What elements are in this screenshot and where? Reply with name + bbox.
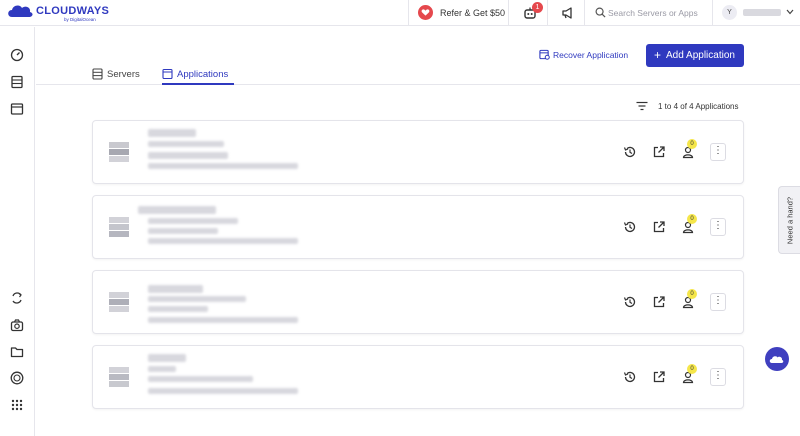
tab-servers-label: Servers	[107, 69, 140, 80]
divider	[547, 0, 548, 26]
cloudways-logo[interactable]: CLOUDWAYS by DigitalOcean	[6, 2, 116, 24]
dashboard-gauge-icon[interactable]	[10, 48, 24, 62]
divider	[408, 0, 409, 26]
redacted-app-url	[148, 152, 228, 159]
notification-badge: 1	[532, 2, 543, 13]
more-options-button[interactable]: ⋮	[710, 143, 726, 161]
redacted-app-name	[148, 285, 203, 293]
chat-button[interactable]	[765, 347, 789, 371]
restore-history-icon[interactable]	[623, 145, 637, 159]
tab-bar: Servers Applications	[36, 65, 800, 85]
app-thumbnail	[109, 367, 129, 389]
redacted-app-details	[148, 238, 298, 244]
servers-icon[interactable]	[10, 75, 24, 89]
redacted-server-name	[148, 296, 246, 302]
need-a-hand-label: Need a hand?	[785, 196, 795, 245]
open-external-icon[interactable]	[652, 220, 666, 234]
chevron-down-icon	[786, 9, 794, 15]
collaborators-icon[interactable]: 0	[681, 214, 697, 234]
brand-name: CLOUDWAYS	[36, 5, 110, 17]
addons-icon[interactable]	[10, 318, 24, 332]
billing-icon[interactable]	[10, 371, 24, 385]
applications-icon	[162, 68, 173, 80]
refer-link[interactable]: Refer & Get $50	[416, 0, 512, 26]
divider	[584, 0, 585, 26]
recover-icon	[539, 49, 550, 60]
divider	[712, 0, 713, 26]
bot-notifications-button[interactable]: 1	[522, 2, 543, 23]
main-content: Recover Application + Add Application Se…	[36, 27, 800, 436]
collaborators-icon[interactable]: 0	[681, 364, 697, 384]
top-bar: CLOUDWAYS by DigitalOcean Refer & Get $5…	[0, 0, 800, 26]
redacted-app-name	[138, 206, 216, 214]
app-thumbnail	[109, 142, 129, 164]
redacted-app-url	[148, 376, 253, 382]
migration-icon[interactable]	[10, 291, 24, 305]
redacted-app-details	[148, 388, 298, 394]
tab-servers[interactable]: Servers	[92, 67, 142, 85]
divider	[508, 0, 509, 26]
restore-history-icon[interactable]	[623, 370, 637, 384]
recover-label: Recover Application	[553, 50, 629, 60]
redacted-app-details	[148, 317, 298, 323]
application-card[interactable]: 0 ⋮	[92, 120, 744, 184]
more-options-button[interactable]: ⋮	[710, 368, 726, 386]
avatar: Y	[722, 5, 737, 20]
servers-icon	[92, 68, 103, 80]
cloud-logo-icon	[8, 5, 33, 18]
more-options-button[interactable]: ⋮	[710, 218, 726, 236]
list-count-text: 1 to 4 of 4 Applications	[658, 102, 739, 111]
add-application-button[interactable]: + Add Application	[646, 44, 744, 67]
application-card[interactable]: 0 ⋮	[92, 195, 744, 259]
collaborators-count: 0	[687, 139, 697, 149]
add-application-label: Add Application	[666, 50, 735, 61]
global-search[interactable]	[590, 0, 710, 26]
sidebar	[0, 27, 35, 436]
applications-icon[interactable]	[10, 102, 24, 116]
refer-label: Refer & Get $50	[440, 8, 506, 18]
collaborators-count: 0	[687, 289, 697, 299]
collaborators-count: 0	[687, 364, 697, 374]
open-external-icon[interactable]	[652, 145, 666, 159]
tab-applications-label: Applications	[177, 69, 229, 80]
redacted-app-url	[148, 306, 208, 312]
heart-icon	[418, 5, 433, 20]
need-a-hand-tab[interactable]: Need a hand?	[778, 186, 800, 254]
collaborators-count: 0	[687, 214, 697, 224]
apps-grid-icon[interactable]	[10, 398, 24, 412]
redacted-app-details	[148, 163, 298, 169]
filter-icon[interactable]	[636, 101, 648, 111]
redacted-server-name	[148, 141, 224, 147]
user-menu[interactable]: Y	[720, 0, 800, 26]
user-name-redacted	[743, 9, 781, 16]
open-external-icon[interactable]	[652, 370, 666, 384]
redacted-server-name	[148, 366, 176, 372]
app-thumbnail	[109, 292, 129, 314]
search-input[interactable]	[608, 6, 708, 20]
application-card[interactable]: 0 ⋮	[92, 345, 744, 409]
collaborators-icon[interactable]: 0	[681, 289, 697, 309]
announcements-button[interactable]	[561, 6, 575, 25]
redacted-app-name	[148, 129, 196, 137]
redacted-app-name	[148, 354, 186, 362]
app-thumbnail	[109, 217, 129, 239]
search-icon	[595, 7, 606, 18]
application-card[interactable]: 0 ⋮	[92, 270, 744, 334]
more-options-button[interactable]: ⋮	[710, 293, 726, 311]
redacted-server-name	[148, 218, 238, 224]
projects-folder-icon[interactable]	[10, 345, 24, 359]
redacted-app-url	[148, 228, 218, 234]
brand-sub: by DigitalOcean	[64, 17, 96, 22]
restore-history-icon[interactable]	[623, 295, 637, 309]
open-external-icon[interactable]	[652, 295, 666, 309]
megaphone-icon	[562, 7, 572, 19]
restore-history-icon[interactable]	[623, 220, 637, 234]
plus-icon: +	[654, 48, 662, 62]
tab-applications[interactable]: Applications	[162, 67, 234, 85]
collaborators-icon[interactable]: 0	[681, 139, 697, 159]
chat-cloud-icon	[769, 356, 784, 363]
